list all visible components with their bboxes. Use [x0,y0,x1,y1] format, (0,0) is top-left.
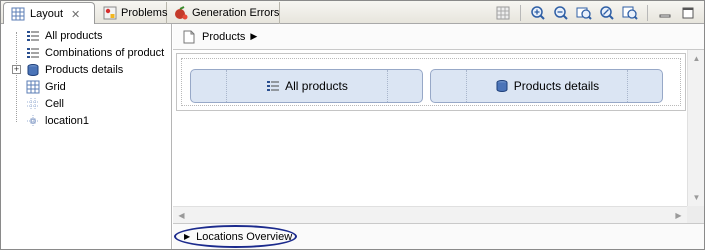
tree-item-label: location1 [45,114,90,127]
zoom-in-icon[interactable] [528,3,548,23]
grid-icon [25,79,41,95]
layout-canvas[interactable]: All products Products details [173,50,686,223]
zoom-custom-icon[interactable] [597,3,617,23]
locations-overview-label: Locations Overview [196,230,293,243]
locations-overview-section: ▶ Locations Overview [173,223,704,249]
tab-label: Layout [30,8,64,20]
grid-bounds: All products Products details [181,58,681,106]
tree-item-all-products[interactable]: All products [25,27,102,44]
vertical-scrollbar[interactable]: ▲ ▼ [687,50,704,223]
toolbar-separator [520,5,521,21]
tab-bar: Layout ✕ Problems Generation Errors [1,1,704,25]
layout-view: Layout ✕ Problems Generation Errors All … [0,0,705,250]
close-icon[interactable]: ✕ [71,8,80,21]
tab-generation-errors[interactable]: Generation Errors [168,2,280,24]
problems-icon [103,5,117,21]
tree-item-location1[interactable]: location1 [25,112,89,129]
tree-item-combinations-of-product[interactable]: Combinations of product [25,44,164,61]
maximize-icon[interactable] [678,3,698,23]
scroll-left-icon[interactable]: ◀ [173,207,190,224]
scroll-down-icon[interactable]: ▼ [688,189,705,206]
tree-item-label: Products details [45,63,124,76]
breadcrumb: Products ▶ [173,24,704,50]
cell-divider [627,70,628,102]
cell-divider [387,70,388,102]
scroll-right-icon[interactable]: ▶ [670,207,687,224]
page-icon [181,29,197,45]
cell-label: All products [285,79,348,93]
zoom-out-icon[interactable] [551,3,571,23]
expand-arrow-icon: ▶ [184,232,191,241]
list-icon [265,78,281,94]
cell-divider [466,70,467,102]
tree-item-label: Combinations of product [45,46,165,59]
layout-editor: Products ▶ All products Products details… [173,24,704,249]
cell-all-products[interactable]: All products [190,69,423,103]
tree-expander[interactable]: + [12,65,21,74]
horizontal-scrollbar[interactable]: ◀ ▶ [173,206,687,223]
tab-label: Problems [121,7,168,19]
scroll-up-icon[interactable]: ▲ [688,50,705,67]
list-icon [25,28,41,44]
locations-overview-toggle[interactable]: ▶ Locations Overview [174,225,297,248]
database-icon [25,62,41,78]
grid-container: All products Products details [176,53,686,111]
tree-item-label: All products [45,29,103,42]
scroll-corner [687,206,704,223]
tree-item-cell[interactable]: Cell [25,95,64,112]
tab-layout[interactable]: Layout ✕ [3,2,95,25]
tree-item-products-details[interactable]: Products details [25,61,123,78]
cell-label: Products details [513,79,600,93]
tree-item-label: Cell [45,97,64,110]
location-icon [25,113,41,129]
tree-item-grid[interactable]: Grid [25,78,66,95]
database-icon [494,78,510,94]
tree-item-label: Grid [45,80,66,93]
view-toolbar [493,3,698,23]
grid-toggle-icon[interactable] [493,3,513,23]
cell-products-details[interactable]: Products details [430,69,663,103]
minimize-icon[interactable] [655,3,675,23]
zoom-page-icon[interactable] [620,3,640,23]
breadcrumb-label[interactable]: Products [202,31,245,43]
generation-errors-icon [174,5,188,21]
cell-icon [25,96,41,112]
breadcrumb-arrow-icon[interactable]: ▶ [250,31,257,42]
zoom-fit-icon[interactable] [574,3,594,23]
list-icon [25,45,41,61]
tab-problems[interactable]: Problems [97,2,167,24]
layout-tree: All products Combinations of product + P… [1,24,172,249]
cell-divider [226,70,227,102]
tree-guide-line [16,32,17,122]
tab-label: Generation Errors [192,7,280,19]
toolbar-separator [647,5,648,21]
layout-grid-icon [10,6,26,22]
